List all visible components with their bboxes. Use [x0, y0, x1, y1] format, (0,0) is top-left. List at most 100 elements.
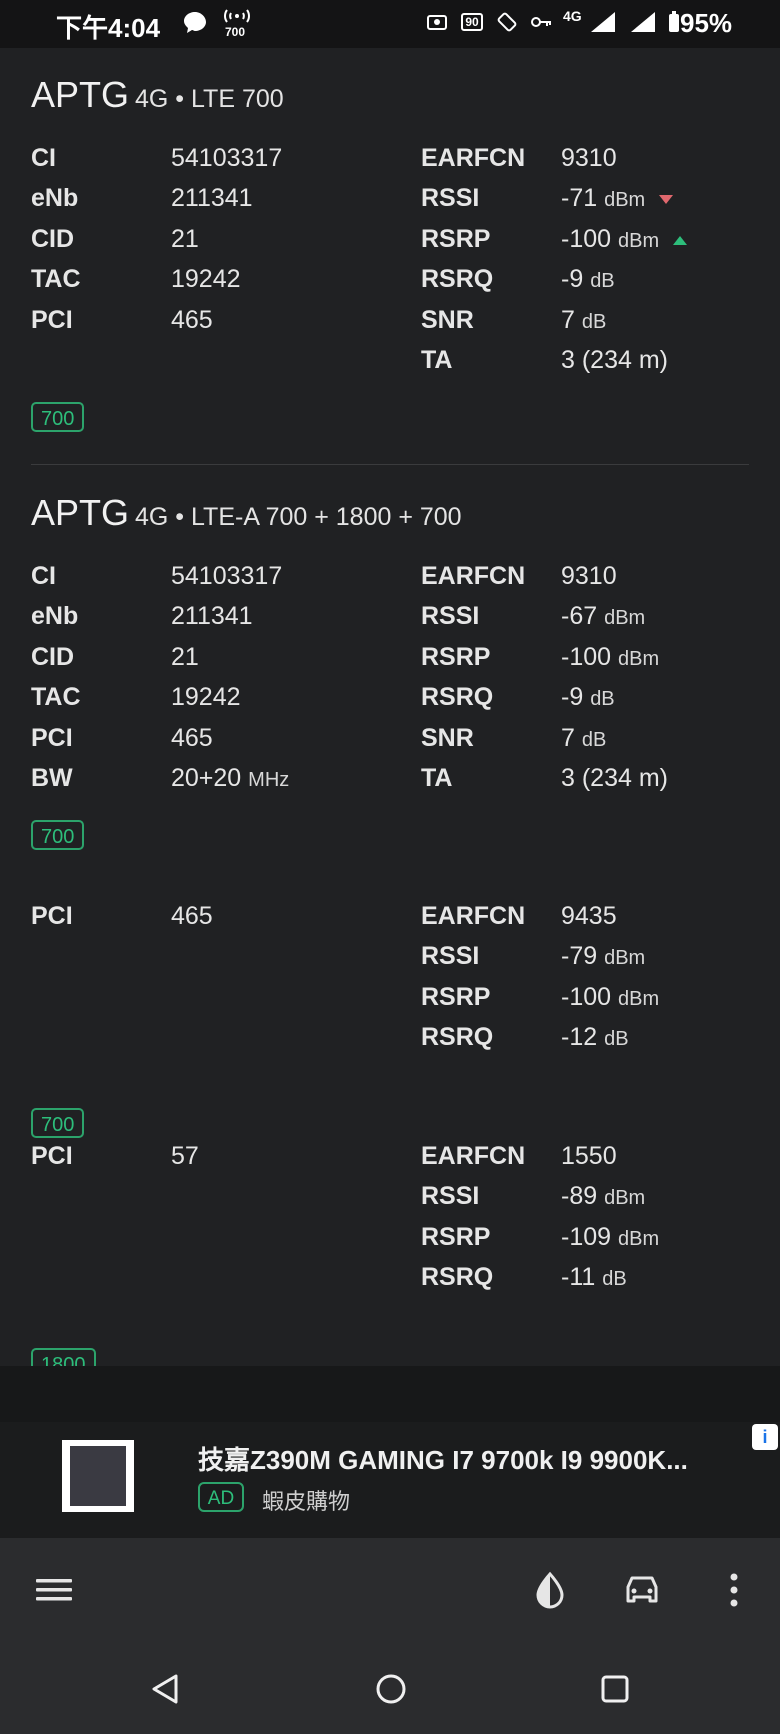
message-bubble-icon: [180, 8, 210, 43]
info-value: 465: [171, 306, 213, 334]
more-vertical-icon[interactable]: [710, 1566, 758, 1614]
info-key: RSRP: [421, 983, 491, 1011]
motherboard-image: [70, 1446, 126, 1506]
ad-product-image[interactable]: [62, 1440, 134, 1512]
info-row: RSSI -71 dBm: [421, 184, 761, 224]
info-row: SNR 7 dB: [421, 724, 761, 764]
info-row: eNb 211341: [31, 602, 361, 642]
refresh-rate-icon: 90: [459, 10, 485, 34]
info-row: CI 54103317: [31, 144, 361, 184]
theme-contrast-icon[interactable]: [526, 1566, 574, 1614]
info-row: CID 21: [31, 643, 361, 683]
refresh-rate-label: 90: [461, 13, 483, 31]
info-value: 19242: [171, 265, 241, 293]
info-value: -109 dBm: [561, 1223, 660, 1251]
info-row: PCI 465: [31, 902, 361, 942]
info-value: 211341: [171, 602, 253, 630]
info-value: 9310: [561, 562, 617, 590]
rotate-icon: [495, 10, 519, 34]
info-row: EARFCN 9310: [421, 562, 761, 602]
ad-banner[interactable]: 技嘉Z390M GAMING I7 9700k I9 9900K... AD 蝦…: [0, 1422, 780, 1538]
info-key: PCI: [31, 306, 73, 334]
info-key: BW: [31, 764, 73, 792]
unit-label: dBm: [604, 947, 646, 969]
unit-label: dBm: [604, 607, 646, 629]
ad-info-icon[interactable]: i: [752, 1424, 778, 1450]
info-key: RSRQ: [421, 683, 494, 711]
info-value: -12 dB: [561, 1023, 629, 1051]
info-row: PCI 465: [31, 724, 361, 764]
info-value: 9435: [561, 902, 617, 930]
unit-label: dBm: [618, 230, 660, 252]
operator-title: APTG 4G • LTE-A 700 + 1800 + 700: [31, 492, 462, 534]
info-key: SNR: [421, 724, 474, 752]
info-row: RSRQ -12 dB: [421, 1023, 761, 1063]
info-key: CI: [31, 144, 56, 172]
info-value: 54103317: [171, 562, 283, 590]
info-key: TA: [421, 764, 453, 792]
info-key: RSSI: [421, 184, 480, 212]
recents-icon[interactable]: [592, 1666, 638, 1712]
unit-label: dB: [590, 688, 615, 710]
info-value: -11 dB: [561, 1263, 627, 1291]
info-value: 3 (234 m): [561, 764, 668, 792]
battery-percent: 95%: [680, 8, 733, 38]
unit-label: dBm: [618, 988, 660, 1010]
unit-label: dBm: [618, 1228, 660, 1250]
screenshot-icon: [425, 10, 449, 34]
band-badge[interactable]: 700: [31, 820, 85, 850]
ad-title[interactable]: 技嘉Z390M GAMING I7 9700k I9 9900K...: [198, 1440, 688, 1477]
operator-title: APTG 4G • LTE 700: [31, 74, 284, 116]
info-row: TA 3 (234 m): [421, 346, 761, 386]
unit-label: dBm: [618, 648, 660, 670]
info-key: EARFCN: [421, 1142, 526, 1170]
trend-up-icon: [673, 235, 688, 245]
info-key: PCI: [31, 1142, 73, 1170]
info-key: CI: [31, 562, 56, 590]
info-key: EARFCN: [421, 144, 526, 172]
info-key: RSRP: [421, 1223, 491, 1251]
hotspot-icon: 700: [222, 6, 252, 42]
info-key: PCI: [31, 724, 73, 752]
info-value: 54103317: [171, 144, 283, 172]
info-row: TAC 19242: [31, 683, 361, 723]
info-row: RSSI -89 dBm: [421, 1182, 761, 1222]
car-mode-icon[interactable]: [618, 1566, 666, 1614]
info-value: 21: [171, 225, 199, 253]
network-technology: 4G • LTE-A 700 + 1800 + 700: [135, 503, 462, 531]
info-key: PCI: [31, 902, 73, 930]
battery-icon: [667, 10, 681, 34]
info-row: CID 21: [31, 225, 361, 265]
info-value: -67 dBm: [561, 602, 646, 630]
info-key: RSSI: [421, 602, 480, 630]
ad-store: 蝦皮購物: [262, 1489, 351, 1514]
info-value: -9 dB: [561, 265, 615, 293]
info-value: 57: [171, 1142, 199, 1170]
info-value: 465: [171, 902, 213, 930]
info-value: 1550: [561, 1142, 617, 1170]
info-key: eNb: [31, 602, 79, 630]
info-row: BW 20+20 MHz: [31, 764, 361, 804]
info-key: RSSI: [421, 942, 480, 970]
info-value: -71 dBm: [561, 184, 674, 213]
back-icon[interactable]: [142, 1666, 188, 1712]
status-time: 下午4:04: [56, 13, 161, 43]
home-icon[interactable]: [368, 1666, 414, 1712]
info-key: TA: [421, 346, 453, 374]
ad-badge: AD: [198, 1482, 244, 1512]
info-value: -79 dBm: [561, 942, 646, 970]
info-value: -100 dBm: [561, 643, 660, 671]
menu-icon[interactable]: [30, 1566, 78, 1614]
band-badge[interactable]: 700: [31, 402, 85, 432]
bottom-toolbar: [0, 1538, 780, 1644]
info-row: RSRP -100 dBm: [421, 643, 761, 683]
band-badge[interactable]: 700: [31, 1108, 85, 1138]
cell-info-content[interactable]: APTG 4G • LTE 700 CI 54103317 eNb 211341 CI…: [0, 48, 780, 1422]
operator-name: APTG: [31, 492, 130, 533]
info-value: 7 dB: [561, 306, 607, 334]
info-key: EARFCN: [421, 902, 526, 930]
info-key: RSRQ: [421, 265, 494, 293]
info-row: eNb 211341: [31, 184, 361, 224]
info-row: PCI 57: [31, 1142, 361, 1182]
network-technology: 4G • LTE 700: [135, 85, 284, 113]
